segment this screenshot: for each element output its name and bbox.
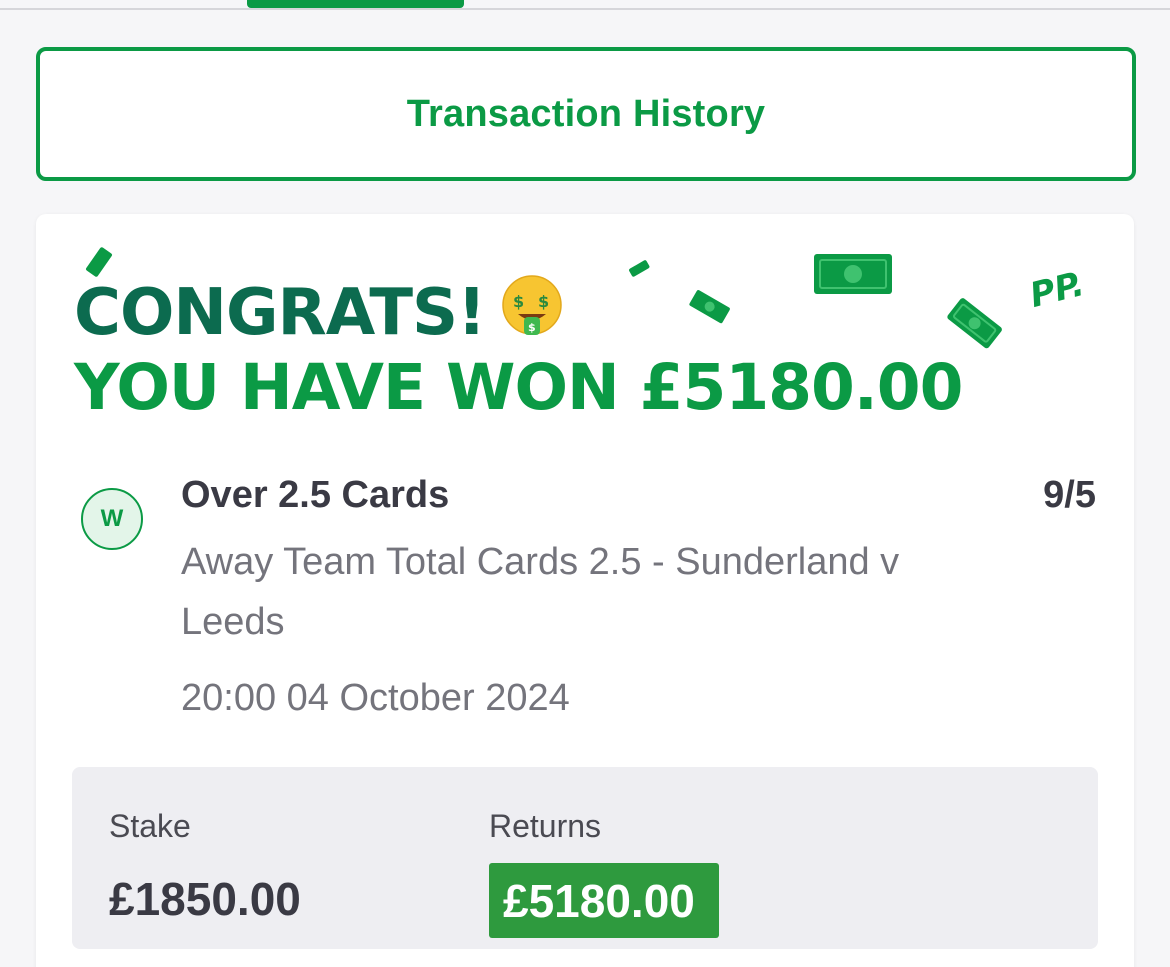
banknote-icon — [947, 298, 1002, 349]
money-mouth-face-icon: $ $ $ — [499, 274, 565, 351]
returns-value: £5180.00 — [489, 863, 719, 938]
win-status-badge: W — [81, 488, 143, 550]
congrats-heading: CONGRATS! $ $ $ — [74, 274, 565, 351]
active-tab-indicator[interactable] — [247, 0, 464, 8]
stake-label: Stake — [109, 808, 191, 844]
bet-market: Away Team Total Cards 2.5 - Sunderland v… — [181, 541, 900, 643]
returns-label: Returns — [489, 808, 602, 844]
tab-bar-divider — [0, 8, 1170, 10]
svg-text:$: $ — [538, 292, 549, 311]
svg-text:$: $ — [528, 321, 535, 334]
returns-amount: £5180.00 — [503, 874, 695, 927]
banknote-icon — [814, 254, 892, 294]
bet-odds: 9/5 — [1043, 474, 1096, 516]
banknote-icon — [629, 260, 650, 277]
bet-receipt-page: Transaction History PP. CONGRATS! $ $ $ … — [0, 0, 1170, 967]
stake-value: £1850.00 — [109, 873, 301, 925]
banknote-icon — [689, 290, 730, 324]
event-datetime: 20:00 04 October 2024 — [181, 677, 570, 719]
transaction-history-button[interactable]: Transaction History — [36, 47, 1136, 181]
congrats-text: CONGRATS! — [74, 275, 486, 350]
svg-text:$: $ — [513, 292, 524, 311]
won-amount-heading: YOU HAVE WON £5180.00 — [74, 351, 963, 424]
bet-selection: Over 2.5 Cards — [181, 474, 450, 516]
transaction-history-label: Transaction History — [406, 92, 766, 135]
